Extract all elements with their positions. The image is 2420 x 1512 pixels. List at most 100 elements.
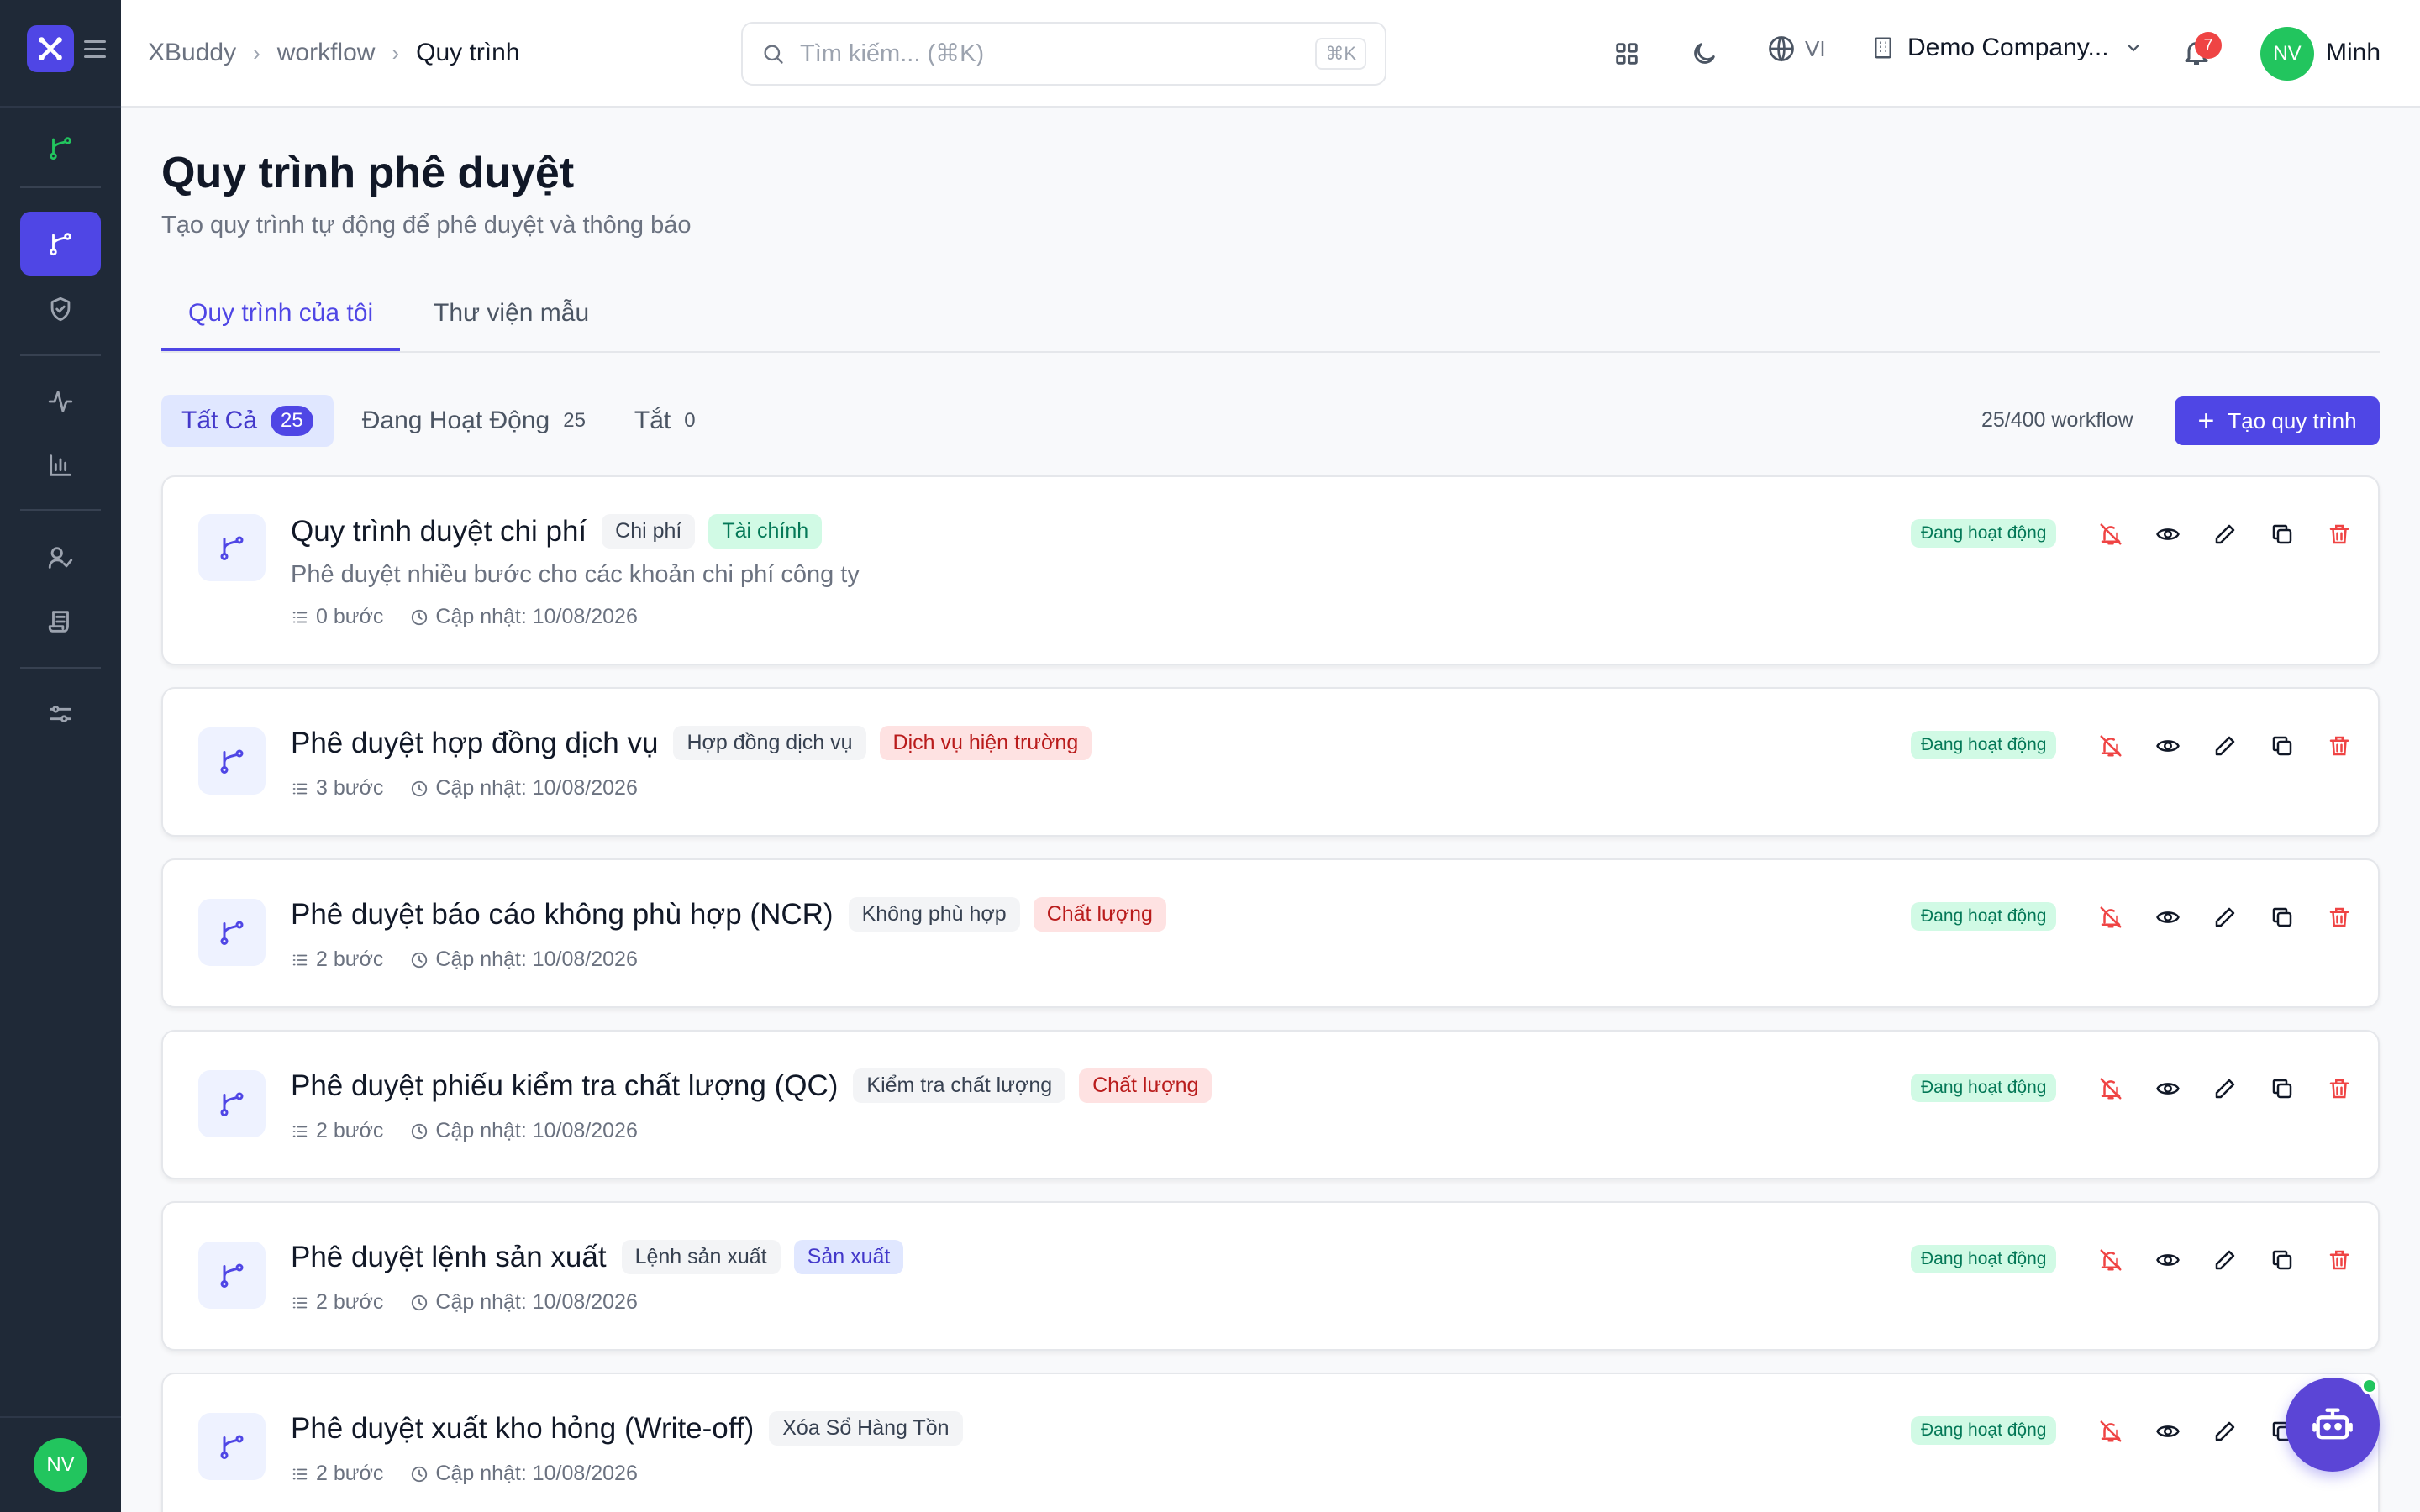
delete-button[interactable] xyxy=(2321,1070,2358,1107)
trash-icon xyxy=(2327,905,2352,930)
disable-notifications-button[interactable] xyxy=(2092,899,2129,936)
workflow-title[interactable]: Phê duyệt hợp đồng dịch vụ xyxy=(291,727,658,760)
disable-notifications-button[interactable] xyxy=(2092,1070,2129,1107)
sidebar-item-documents[interactable] xyxy=(20,590,101,654)
chevron-down-icon xyxy=(2127,45,2139,52)
view-button[interactable] xyxy=(2149,1242,2186,1278)
delete-button[interactable] xyxy=(2321,899,2358,936)
workflow-card[interactable]: Phê duyệt lệnh sản xuất Lệnh sản xuất Sản … xyxy=(161,1201,2380,1351)
sidebar-item-workflow-home[interactable] xyxy=(20,116,101,180)
trash-icon xyxy=(2327,1247,2352,1273)
workflow-title[interactable]: Phê duyệt báo cáo không phù hợp (NCR) xyxy=(291,898,834,932)
sidebar-item-settings[interactable] xyxy=(20,682,101,746)
disable-notifications-button[interactable] xyxy=(2092,1413,2129,1450)
edit-button[interactable] xyxy=(2207,1413,2244,1450)
create-workflow-button[interactable]: + Tạo quy trình xyxy=(2175,396,2380,445)
workflow-tag: Hợp đồng dịch vụ xyxy=(673,726,866,760)
edit-button[interactable] xyxy=(2207,727,2244,764)
workflow-steps: 3 bước xyxy=(291,776,383,801)
edit-button[interactable] xyxy=(2207,516,2244,553)
pencil-icon xyxy=(2212,1247,2238,1273)
notification-badge: 7 xyxy=(2195,32,2222,59)
copy-icon xyxy=(2270,1076,2295,1101)
view-button[interactable] xyxy=(2149,516,2186,553)
clock-icon xyxy=(412,1466,428,1482)
trash-icon xyxy=(2327,522,2352,547)
breadcrumb-item[interactable]: workflow xyxy=(277,39,376,67)
duplicate-button[interactable] xyxy=(2264,516,2301,553)
copy-icon xyxy=(2270,522,2295,547)
breadcrumb-current: Quy trình xyxy=(416,39,520,66)
filter-all[interactable]: Tất Cả 25 xyxy=(161,395,334,447)
filter-off[interactable]: Tắt 0 xyxy=(614,395,716,447)
user-name[interactable]: Minh xyxy=(2326,39,2381,67)
menu-toggle-icon[interactable] xyxy=(84,40,106,59)
sidebar-item-approvals[interactable] xyxy=(20,526,101,590)
workflow-title[interactable]: Phê duyệt phiếu kiểm tra chất lượng (QC) xyxy=(291,1069,838,1103)
sidebar-item-activity[interactable] xyxy=(20,370,101,433)
edit-button[interactable] xyxy=(2207,1070,2244,1107)
eye-icon xyxy=(2155,733,2181,759)
view-button[interactable] xyxy=(2149,1413,2186,1450)
workflow-updated-text: Cập nhật: 10/08/2026 xyxy=(435,1290,638,1314)
language-switcher[interactable]: VI xyxy=(1766,34,1826,64)
workflow-title[interactable]: Phê duyệt xuất kho hỏng (Write-off) xyxy=(291,1412,754,1446)
bell-off-icon xyxy=(2098,733,2123,759)
workflow-steps: 2 bước xyxy=(291,1290,383,1315)
workflow-title[interactable]: Quy trình duyệt chi phí xyxy=(291,515,587,549)
workflow-header: Phê duyệt xuất kho hỏng (Write-off) Xóa S… xyxy=(291,1411,976,1446)
apps-grid-icon[interactable] xyxy=(1607,34,1647,74)
workflow-branch-icon xyxy=(198,1070,266,1137)
status-badge: Đang hoạt động xyxy=(1911,731,2057,759)
tab-template-library[interactable]: Thư viện mẫu xyxy=(434,299,589,348)
disable-notifications-button[interactable] xyxy=(2092,727,2129,764)
delete-button[interactable] xyxy=(2321,1242,2358,1278)
sidebar-avatar[interactable]: NV xyxy=(34,1438,87,1492)
workflow-card[interactable]: Phê duyệt báo cáo không phù hợp (NCR) Khô… xyxy=(161,858,2380,1008)
filter-count: 25 xyxy=(271,406,313,436)
breadcrumb-item[interactable]: XBuddy xyxy=(148,39,236,67)
app-logo[interactable] xyxy=(27,25,74,72)
workflow-title[interactable]: Phê duyệt lệnh sản xuất xyxy=(291,1241,607,1274)
workflow-card[interactable]: Phê duyệt hợp đồng dịch vụ Hợp đồng dịch … xyxy=(161,687,2380,837)
workflow-card[interactable]: Quy trình duyệt chi phí Chi phí Tài chính P… xyxy=(161,475,2380,665)
view-button[interactable] xyxy=(2149,899,2186,936)
sidebar-item-workflows[interactable] xyxy=(20,212,101,276)
avatar[interactable]: NV xyxy=(2260,27,2314,81)
delete-button[interactable] xyxy=(2321,516,2358,553)
tab-my-workflows[interactable]: Quy trình của tôi xyxy=(161,299,401,351)
workflow-description: Phê duyệt nhiều bước cho các khoản chi p… xyxy=(291,561,860,588)
view-button[interactable] xyxy=(2149,1070,2186,1107)
status-badge: Đang hoạt động xyxy=(1911,1245,2057,1273)
workflow-tag: Kiểm tra chất lượng xyxy=(853,1068,1066,1103)
duplicate-button[interactable] xyxy=(2264,1070,2301,1107)
disable-notifications-button[interactable] xyxy=(2092,516,2129,553)
company-switcher[interactable]: Demo Company... xyxy=(1870,34,2143,62)
eye-icon xyxy=(2155,522,2181,547)
duplicate-button[interactable] xyxy=(2264,899,2301,936)
workflow-card[interactable]: Phê duyệt phiếu kiểm tra chất lượng (QC)… xyxy=(161,1030,2380,1179)
workflow-card[interactable]: Phê duyệt xuất kho hỏng (Write-off) Xóa S… xyxy=(161,1373,2380,1512)
edit-button[interactable] xyxy=(2207,1242,2244,1278)
workflow-steps: 2 bước xyxy=(291,948,383,972)
view-button[interactable] xyxy=(2149,727,2186,764)
breadcrumb: XBuddy › workflow › Quy trình xyxy=(148,39,520,67)
status-badge: Đang hoạt động xyxy=(1911,519,2057,548)
search-box[interactable]: ⌘K xyxy=(741,22,1386,86)
edit-button[interactable] xyxy=(2207,899,2244,936)
sidebar-item-reports[interactable] xyxy=(20,433,101,497)
duplicate-button[interactable] xyxy=(2264,1242,2301,1278)
search-input[interactable] xyxy=(800,39,1316,68)
duplicate-button[interactable] xyxy=(2264,727,2301,764)
eye-icon xyxy=(2155,905,2181,930)
sidebar-item-security[interactable] xyxy=(20,277,101,341)
dark-mode-moon-icon[interactable] xyxy=(1684,34,1724,74)
delete-button[interactable] xyxy=(2321,727,2358,764)
eye-icon xyxy=(2155,1419,2181,1444)
copy-icon xyxy=(2270,905,2295,930)
filter-active[interactable]: Đang Hoạt Động 25 xyxy=(342,395,606,447)
disable-notifications-button[interactable] xyxy=(2092,1242,2129,1278)
workflow-header: Phê duyệt lệnh sản xuất Lệnh sản xuất Sản … xyxy=(291,1240,917,1274)
eye-icon xyxy=(2155,1076,2181,1101)
create-workflow-label: Tạo quy trình xyxy=(2228,407,2357,433)
